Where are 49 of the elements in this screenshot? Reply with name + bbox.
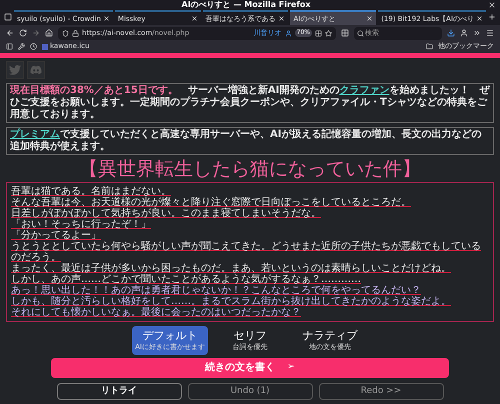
menu-icon[interactable] (486, 29, 494, 38)
lock-icon (72, 30, 79, 37)
grid-icon[interactable] (341, 29, 349, 38)
story-text: しかも、随分と汚らしい格好をして……。まるでスラム街から抜け出してきたかのような姿だよ。 (11, 296, 451, 307)
home-icon[interactable] (45, 29, 53, 38)
wrench-icon[interactable] (18, 43, 25, 50)
sidebar-icon[interactable] (6, 43, 13, 50)
story-text: 日差しがぽかぽかして気持ちが良い。このまま寝てしまいそうだな。 (11, 208, 321, 219)
story-text: あっ！思い出した！！あの声は勇者君じゃないか！？こんなところで何をやってるんだい？ (11, 284, 421, 296)
history-icon[interactable] (30, 43, 37, 50)
profile-icon[interactable] (460, 29, 468, 38)
story-text: それにしても懐かしいなぁ。最後に会ったのはいつだったかな？ (11, 306, 301, 318)
tab-overview-icon[interactable] (4, 13, 12, 22)
new-tab-icon[interactable] (488, 13, 496, 22)
shield-icon (62, 30, 69, 37)
notice-link[interactable]: クラファン (339, 84, 390, 96)
window-title: AIのべりすと — Mozilla Firefox (182, 0, 310, 10)
bookmark-star-icon[interactable] (325, 30, 332, 37)
story-text: そんな吾輩は今、お天道様の光が燦々と降り注ぐ窓際で日向ぼっこをしているところだ。 (11, 196, 411, 208)
folder-icon (426, 43, 433, 50)
story-text: 「分かってるよー」 (11, 230, 101, 241)
discord-icon (30, 64, 42, 76)
grid-icon[interactable] (315, 30, 322, 37)
overflow-icon[interactable] (473, 29, 481, 38)
story-text: 「おい！そっちに行ったぞ！」 (11, 218, 151, 230)
story-text: まったく、最近は子供が多いから困ったものだ。まあ、若いというのは素晴らしいことだけどね。 (11, 262, 451, 274)
search-icon (357, 30, 364, 37)
close-icon[interactable] (476, 15, 484, 22)
story-text: 吾輩は猫である。名前はまだない。 (11, 186, 171, 197)
bird-icon (9, 64, 21, 76)
notice-link[interactable]: プレミアム (10, 128, 60, 140)
download-icon[interactable] (447, 29, 455, 38)
close-icon[interactable] (366, 15, 374, 22)
story-text: うとうととしていたら何やら騒がしい声が聞こえてきた。どうせまた近所の子供たちが悪戯でもしているのだろう。 (11, 240, 482, 263)
notice-text: 現在目標額の38%／あと15日です。 サーバー増強と新AI開発のためのクラファンを始めましたッ！ ぜひご支援をお願いします。一定期間のプラチナ会員クーポンや、クリアファイル・Tシャツなどの特典をご用意しております。 (6, 82, 494, 123)
forward-icon[interactable] (32, 29, 40, 38)
back-icon[interactable] (6, 29, 14, 38)
reload-icon[interactable] (19, 29, 27, 38)
story-title: 【異世界転生したら猫になっていた件】 (78, 158, 422, 180)
story-text: しかし、あの声……どこかで聞いたことがあるような気がするなぁ？………… (11, 274, 361, 285)
story-textarea[interactable] (6, 182, 494, 322)
close-icon[interactable] (190, 15, 198, 22)
write-continuation-button[interactable]: 続きの文を書く ➢ (51, 358, 449, 378)
close-icon[interactable] (488, 1, 496, 10)
close-icon[interactable] (278, 15, 286, 22)
action-button[interactable]: リトライ (56, 382, 182, 400)
notice-text: プレミアムで支援していただくと高速な専用サーバーや、AIが扱える記憶容量の増加、長文の出力などの追加特典が使えます。 (6, 126, 494, 155)
close-icon[interactable] (102, 15, 110, 22)
account-icon[interactable] (284, 30, 292, 37)
